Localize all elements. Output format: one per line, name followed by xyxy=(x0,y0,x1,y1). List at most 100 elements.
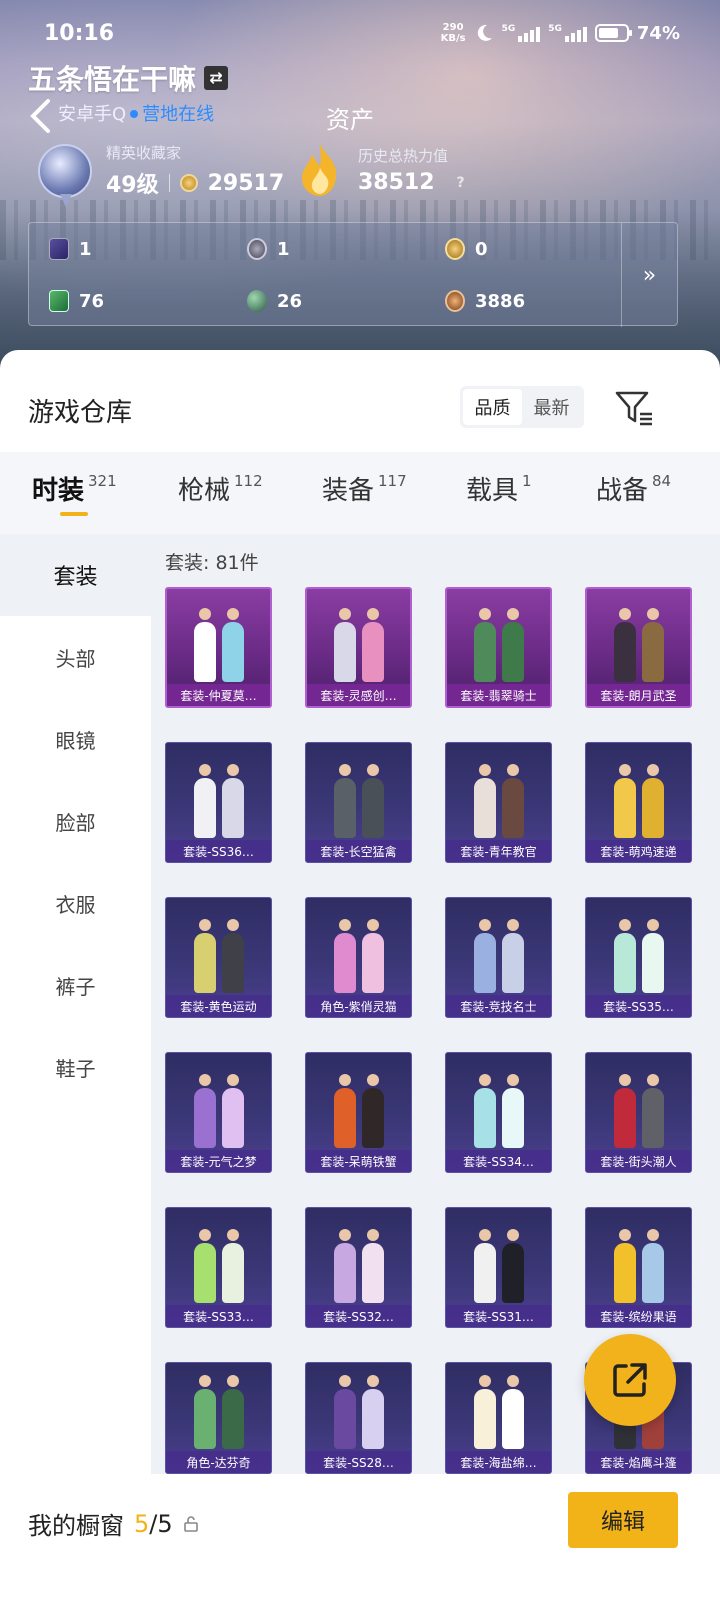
sidebar-item[interactable]: 眼镜 xyxy=(0,698,151,780)
net-speed: 290 KB/s xyxy=(440,22,466,44)
share-button[interactable] xyxy=(584,1334,676,1426)
item-card[interactable]: 套装-SS32… xyxy=(305,1207,412,1328)
battery-percent: 74% xyxy=(636,22,680,44)
item-card[interactable]: 套装-翡翠骑士 xyxy=(445,587,552,708)
item-card[interactable]: 套装-青年教官 xyxy=(445,742,552,863)
item-label: 套装-元气之梦 xyxy=(166,1150,271,1172)
sort-quality[interactable]: 品质 xyxy=(463,389,522,425)
item-card[interactable]: 套装-朗月武圣 xyxy=(585,587,692,708)
sort-newest[interactable]: 最新 xyxy=(522,389,581,425)
bronze-coin-icon xyxy=(445,290,465,312)
item-label: 角色-紫俏灵猫 xyxy=(306,995,411,1017)
outfit-image xyxy=(167,595,270,682)
clock: 10:16 xyxy=(44,20,115,46)
rank-level: 49级 xyxy=(106,173,159,198)
platform-line: 安卓手Q 营地在线 xyxy=(58,104,215,125)
outfit-image xyxy=(586,1059,691,1148)
outfit-image xyxy=(446,749,551,838)
card-icon xyxy=(49,238,69,260)
heat-value: 38512 xyxy=(358,170,435,195)
sidebar-item[interactable]: 裤子 xyxy=(0,944,151,1026)
resource-item: 3886 xyxy=(425,275,623,327)
item-label: 套装-SS34… xyxy=(446,1150,551,1172)
resource-panel: 1 1 0 76 26 3886 » xyxy=(28,222,678,327)
active-tab-indicator xyxy=(60,512,88,516)
item-label: 角色-达芬奇 xyxy=(166,1451,271,1473)
outfit-image xyxy=(166,904,271,993)
item-label: 套装-仲夏莫… xyxy=(167,684,270,706)
status-bar: 10:16 290 KB/s 5G 5G 74% xyxy=(44,18,680,48)
item-card[interactable]: 套装-黄色运动 xyxy=(165,897,272,1018)
item-card[interactable]: 套装-元气之梦 xyxy=(165,1052,272,1173)
tab-equipment[interactable]: 装备 117 xyxy=(322,470,407,507)
sidebar-item[interactable]: 脸部 xyxy=(0,780,151,862)
tab-gear[interactable]: 战备 84 xyxy=(596,470,671,507)
edit-button[interactable]: 编辑 xyxy=(568,1492,678,1548)
item-card[interactable]: 角色-紫俏灵猫 xyxy=(305,897,412,1018)
item-label: 套装-SS35… xyxy=(586,995,691,1017)
rank-block[interactable]: 精英收藏家 49级 29517 xyxy=(38,142,284,199)
sub-category-sidebar: 套装 头部 眼镜 脸部 衣服 裤子 鞋子 xyxy=(0,534,151,1474)
rank-badge-icon xyxy=(38,143,92,198)
expand-resources-button[interactable]: » xyxy=(621,223,677,327)
item-card[interactable]: 套装-SS35… xyxy=(585,897,692,1018)
outfit-image xyxy=(306,1059,411,1148)
item-label: 套装-长空猛禽 xyxy=(306,840,411,862)
outfit-image xyxy=(586,749,691,838)
tab-fashion[interactable]: 时装 321 xyxy=(32,470,117,507)
outfit-image xyxy=(447,595,550,682)
lock-icon xyxy=(183,1515,198,1532)
sidebar-item[interactable]: 鞋子 xyxy=(0,1026,151,1108)
item-card[interactable]: 套装-街头潮人 xyxy=(585,1052,692,1173)
item-card[interactable]: 套装-SS28… xyxy=(305,1362,412,1474)
item-card[interactable]: 套装-缤纷果语 xyxy=(585,1207,692,1328)
item-label: 套装-竞技名士 xyxy=(446,995,551,1017)
outfit-image xyxy=(166,749,271,838)
outfit-image xyxy=(166,1214,271,1303)
coin-icon xyxy=(179,174,198,192)
online-dot xyxy=(130,110,139,118)
silver-coin-icon xyxy=(247,238,267,260)
item-card[interactable]: 套装-呆萌铁蟹 xyxy=(305,1052,412,1173)
resource-value: 76 xyxy=(79,290,105,312)
outfit-image xyxy=(586,904,691,993)
item-label: 套装-青年教官 xyxy=(446,840,551,862)
sort-toggle: 品质 最新 xyxy=(460,386,584,428)
flame-icon xyxy=(302,144,337,196)
item-card[interactable]: 套装-SS31… xyxy=(445,1207,552,1328)
tab-guns[interactable]: 枪械 112 xyxy=(178,470,263,507)
outfit-image xyxy=(446,1369,551,1449)
item-label: 套装-灵感创… xyxy=(307,684,410,706)
item-label: 套装-海盐绵… xyxy=(446,1451,551,1473)
item-card[interactable]: 套装-仲夏莫… xyxy=(165,587,272,708)
sidebar-item[interactable]: 衣服 xyxy=(0,862,151,944)
item-card[interactable]: 套装-灵感创… xyxy=(305,587,412,708)
warehouse-title: 游戏仓库 xyxy=(28,398,133,428)
item-card[interactable]: 套装-SS33… xyxy=(165,1207,272,1328)
outfit-image xyxy=(587,595,690,682)
rank-label: 精英收藏家 xyxy=(106,144,182,162)
gold-coin-icon xyxy=(445,238,465,260)
outfit-image xyxy=(306,1214,411,1303)
outfit-image xyxy=(306,1369,411,1449)
item-card[interactable]: 套装-竞技名士 xyxy=(445,897,552,1018)
resource-value: 1 xyxy=(277,238,290,260)
item-card[interactable]: 套装-SS36… xyxy=(165,742,272,863)
item-card[interactable]: 套装-长空猛禽 xyxy=(305,742,412,863)
filter-icon[interactable] xyxy=(614,390,654,426)
item-card[interactable]: 套装-SS34… xyxy=(445,1052,552,1173)
swap-account-icon[interactable]: ⇄ xyxy=(204,66,229,90)
sidebar-item[interactable]: 套装 xyxy=(0,534,151,616)
help-icon[interactable]: ? xyxy=(457,175,465,191)
outfit-image xyxy=(446,904,551,993)
tab-vehicles[interactable]: 载具 1 xyxy=(466,470,532,507)
item-count: 套装: 81件 xyxy=(165,552,259,574)
item-card[interactable]: 套装-海盐绵… xyxy=(445,1362,552,1474)
assets-title: 资产 xyxy=(326,106,374,134)
item-card[interactable]: 角色-达芬奇 xyxy=(165,1362,272,1474)
item-card[interactable]: 套装-萌鸡速递 xyxy=(585,742,692,863)
sidebar-item[interactable]: 头部 xyxy=(0,616,151,698)
outfit-image xyxy=(306,904,411,993)
heat-block[interactable]: 历史总热力值 38512 ? xyxy=(296,142,465,198)
back-arrow-icon[interactable] xyxy=(26,98,56,134)
